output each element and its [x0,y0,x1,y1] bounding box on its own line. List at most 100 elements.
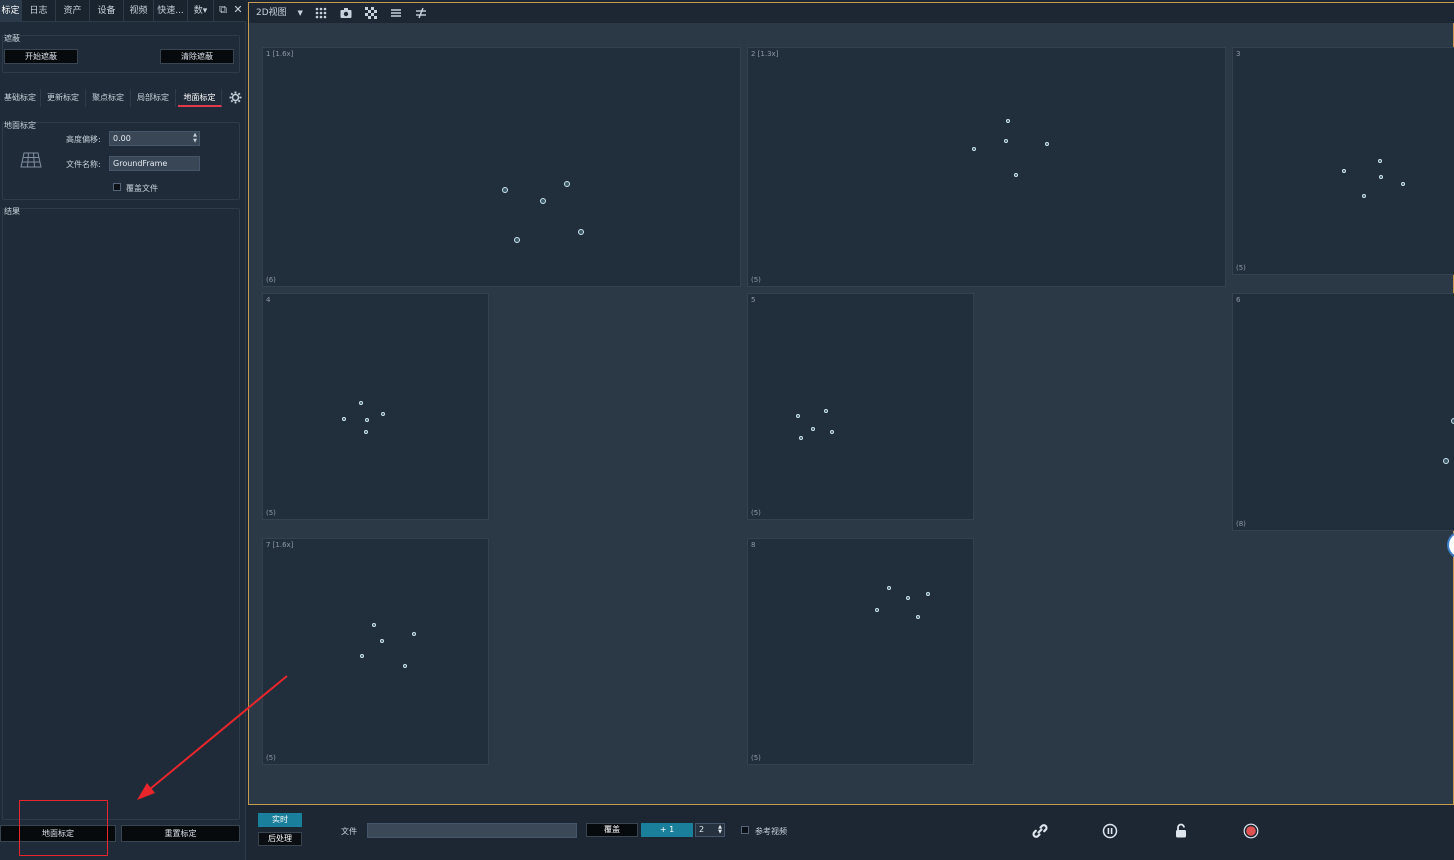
file-label: 文件 [341,827,357,836]
tab-ground-calibration[interactable]: 地面标定 [178,89,222,107]
settings-gear-icon[interactable] [229,91,242,104]
marker-point [972,147,976,151]
marker-point [1362,194,1366,198]
playback-bar: 实时 后处理 文件 覆盖 + 1 2 ▲ ▼ 参考视频 [248,806,1454,860]
file-input[interactable] [367,823,577,838]
point-count: (5) [751,276,761,284]
postprocess-button[interactable]: 后处理 [258,832,302,846]
pause-icon[interactable] [1102,823,1118,839]
menu-lines-icon[interactable] [390,7,402,19]
marker-point [540,198,546,204]
marker-point [830,430,834,434]
ground-group-title: 地面标定 [4,121,36,130]
point-count: (6) [266,276,276,284]
marker-point [502,187,508,193]
calibration-sub-tabs: 基础标定 更新标定 聚点标定 局部标定 地面标定 [0,89,246,107]
marker-point [1004,139,1008,143]
view-area: 2D视图 ▼ 1 [1.6x] (6) 2 [1.3x] (5) 3 (5) 4… [248,2,1454,805]
marker-point [811,427,815,431]
view-toolbar: 2D视图 ▼ [249,3,1454,23]
marker-point [365,418,369,422]
height-offset-label: 高度偏移: [66,135,101,144]
reset-calibration-button[interactable]: 重置标定 [121,825,240,842]
marker-point [360,654,364,658]
tab-local-calibration[interactable]: 局部标定 [131,89,176,107]
marker-point [926,592,930,596]
marker-point [403,664,407,668]
camera-view-6[interactable]: 6 (8) [1232,293,1454,531]
tab-basic-calibration[interactable]: 基础标定 [0,89,41,107]
reference-video-checkbox[interactable] [741,826,749,834]
result-group-title: 结果 [4,207,20,216]
realtime-button[interactable]: 实时 [258,813,302,827]
collapse-handle[interactable] [1447,531,1454,559]
overlay-button[interactable]: 覆盖 [586,823,638,837]
step-button[interactable]: + 1 [641,823,693,837]
view-label: 3 [1236,50,1241,58]
camera-icon[interactable] [340,7,352,19]
camera-view-5[interactable]: 5 (5) [747,293,974,520]
marker-point [564,181,570,187]
unlock-icon[interactable] [1173,823,1189,839]
marker-point [380,639,384,643]
tab-calibration[interactable]: 标定 [0,0,22,22]
marker-point [887,586,891,590]
point-count: (5) [751,754,761,762]
camera-view-2[interactable]: 2 [1.3x] (5) [747,47,1226,287]
tab-point-calibration[interactable]: 聚点标定 [86,89,131,107]
file-name-label: 文件名称: [66,160,101,169]
marker-point [1401,182,1405,186]
view-label: 4 [266,296,271,304]
height-offset-input[interactable]: 0.00 ▲ ▼ [109,131,200,146]
not-equal-icon[interactable] [415,7,427,19]
reference-video-label: 参考视频 [755,827,787,836]
tab-more[interactable]: 数▾ [188,0,214,22]
ground-calibrate-button[interactable]: 地面标定 [0,825,116,842]
marker-point [916,615,920,619]
tab-log[interactable]: 日志 [22,0,56,22]
spin-arrows-icon[interactable]: ▲ ▼ [193,132,197,144]
camera-view-1[interactable]: 1 [1.6x] (6) [262,47,741,287]
record-icon[interactable] [1243,823,1259,839]
point-count: (5) [266,509,276,517]
camera-view-4[interactable]: 4 (5) [262,293,489,520]
view-label: 5 [751,296,756,304]
camera-view-8[interactable]: 8 (5) [747,538,974,765]
file-name-input[interactable]: GroundFrame [109,156,200,171]
marker-point [796,414,800,418]
marker-point [875,608,879,612]
tab-assets[interactable]: 资产 [56,0,90,22]
camera-view-7[interactable]: 7 [1.6x] (5) [262,538,489,765]
camera-view-3[interactable]: 3 (5) [1232,47,1454,275]
float-window-icon[interactable]: ⧉ [217,4,229,16]
clear-mask-button[interactable]: 清除遮蔽 [160,49,234,64]
step-stepper[interactable]: 2 ▲ ▼ [695,823,725,837]
point-count: (5) [751,509,761,517]
view-mode-select[interactable]: 2D视图 ▼ [256,7,303,19]
step-value: 2 [699,825,705,834]
arrow-annotation-icon [137,675,288,800]
tab-devices[interactable]: 设备 [90,0,124,22]
marker-point [514,237,520,243]
close-icon[interactable]: ✕ [232,4,244,16]
marker-point [342,417,346,421]
tab-update-calibration[interactable]: 更新标定 [41,89,86,107]
link-icon[interactable] [1032,823,1048,839]
marker-point [1379,175,1383,179]
start-mask-button[interactable]: 开始遮蔽 [4,49,78,64]
height-offset-value: 0.00 [113,134,131,143]
tab-quick[interactable]: 快速... [154,0,188,22]
marker-point [1443,458,1449,464]
marker-point [1378,159,1382,163]
overwrite-file-checkbox[interactable] [113,183,121,191]
point-count: (5) [1236,264,1246,272]
marker-point [906,596,910,600]
mask-group-title: 遮蔽 [4,34,20,43]
spin-arrows-icon[interactable]: ▲ ▼ [718,825,722,835]
marker-point [381,412,385,416]
tab-video[interactable]: 视频 [124,0,154,22]
checkerboard-icon[interactable] [365,7,377,19]
points-icon[interactable] [315,7,327,19]
view-mode-label: 2D视图 [256,8,287,18]
marker-point [359,401,363,405]
